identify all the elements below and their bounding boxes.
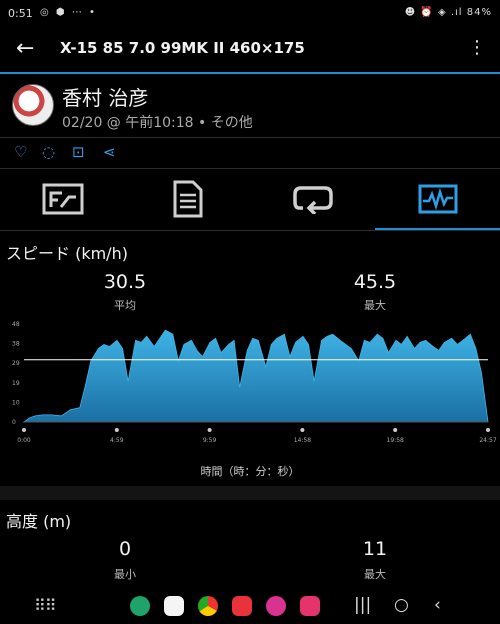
speed-chart[interactable]: 0 10 19 29 38 48 0:00 4:59 9:59 14:58 19:58 24:57 xyxy=(0,318,500,448)
home-icon[interactable]: ○ xyxy=(394,595,409,615)
tab-bar xyxy=(0,170,500,230)
back-nav-icon[interactable]: ‹ xyxy=(434,595,441,615)
status-time: 0:51 xyxy=(8,7,33,20)
chrome-app-icon[interactable] xyxy=(198,596,218,616)
navigation-bar: ⠿⠿ ||| ○ ‹ xyxy=(0,590,500,624)
avatar[interactable] xyxy=(12,84,54,126)
user-name[interactable]: 香村 治彦 xyxy=(62,82,148,111)
tab-overview[interactable] xyxy=(0,170,125,228)
elevation-min-label: 最小 xyxy=(114,568,136,581)
divider xyxy=(0,230,500,231)
x-tick-label: 9:59 xyxy=(203,437,217,444)
y-tick-label: 38 xyxy=(12,341,20,348)
speed-x-axis-label: 時間（時：分：秒） xyxy=(200,465,300,478)
x-tick-dot xyxy=(393,428,398,432)
activity-meta: 02/20 @ 午前10:18 • その他 xyxy=(62,115,253,131)
status-right: ☻ ⏰ ◈ .ıl 84% xyxy=(405,7,492,18)
mail-app-icon[interactable] xyxy=(164,596,184,616)
speed-max-label: 最大 xyxy=(364,299,386,312)
elevation-section-title: 高度 (m) xyxy=(6,512,72,531)
chart-wave-icon xyxy=(418,184,457,214)
speed-max-value: 45.5 xyxy=(353,271,397,293)
tab-charts[interactable] xyxy=(375,170,500,228)
tab-details[interactable] xyxy=(125,170,250,228)
more-options-icon[interactable]: ⋮ xyxy=(468,37,486,58)
speed-avg-label: 平均 xyxy=(114,299,136,312)
notification-icons: ◎ ⬢ ⋯ • xyxy=(40,7,97,18)
elevation-max-label: 最大 xyxy=(364,568,386,581)
elevation-max-value: 11 xyxy=(362,538,388,560)
app-drawer-icon[interactable]: ⠿⠿ xyxy=(34,596,56,615)
comment-icon[interactable]: ◌ xyxy=(42,143,55,161)
divider xyxy=(0,168,500,169)
y-tick-label: 19 xyxy=(12,380,20,387)
phone-app-icon[interactable] xyxy=(130,596,150,616)
x-tick-label: 14:58 xyxy=(294,437,311,444)
section-separator xyxy=(0,486,500,500)
page-title: X-15 85 7.0 99MK II 460×175 xyxy=(60,39,305,57)
tab-laps[interactable] xyxy=(250,170,375,228)
y-tick-label: 29 xyxy=(12,360,20,367)
system-status-icons: ☻ ⏰ ◈ .ıl xyxy=(404,7,463,18)
y-tick-label: 10 xyxy=(12,399,20,406)
x-tick-label: 19:58 xyxy=(387,437,404,444)
speed-area-series xyxy=(22,329,489,423)
document-icon xyxy=(173,180,202,218)
x-tick-label: 24:57 xyxy=(479,437,496,444)
action-bar: ♡ ◌ ⊡ ⋖ xyxy=(0,138,500,168)
y-tick-label: 48 xyxy=(12,321,20,328)
share-icon[interactable]: ⋖ xyxy=(103,143,116,161)
x-tick-dot xyxy=(486,428,490,432)
flipboard-app-icon[interactable] xyxy=(232,596,252,616)
elevation-min-value: 0 xyxy=(118,538,132,560)
like-icon[interactable]: ♡ xyxy=(14,143,27,161)
x-tick-dot xyxy=(22,428,26,432)
recents-icon[interactable]: ||| xyxy=(354,595,371,615)
overview-icon xyxy=(42,183,83,215)
back-arrow-icon[interactable]: ← xyxy=(16,36,34,61)
y-tick-label: 0 xyxy=(12,419,16,426)
activity-header: 香村 治彦 02/20 @ 午前10:18 • その他 xyxy=(0,74,500,136)
camera-app-icon[interactable] xyxy=(300,596,320,616)
status-bar: 0:51 ◎ ⬢ ⋯ • ☻ ⏰ ◈ .ıl 84% xyxy=(0,0,500,28)
camera-icon[interactable]: ⊡ xyxy=(72,143,85,161)
speed-section-title: スピード (km/h) xyxy=(6,244,128,263)
gallery-app-icon[interactable] xyxy=(266,596,286,616)
x-tick-label: 4:59 xyxy=(110,437,124,444)
app-bar: ← X-15 85 7.0 99MK II 460×175 ⋮ xyxy=(0,28,500,72)
battery-level: 84% xyxy=(466,7,492,18)
x-tick-dot xyxy=(114,428,119,432)
loop-icon xyxy=(292,186,333,214)
speed-avg-value: 30.5 xyxy=(103,271,147,293)
x-tick-dot xyxy=(300,428,305,432)
x-tick-label: 0:00 xyxy=(17,437,31,444)
x-tick-dot xyxy=(207,428,212,432)
